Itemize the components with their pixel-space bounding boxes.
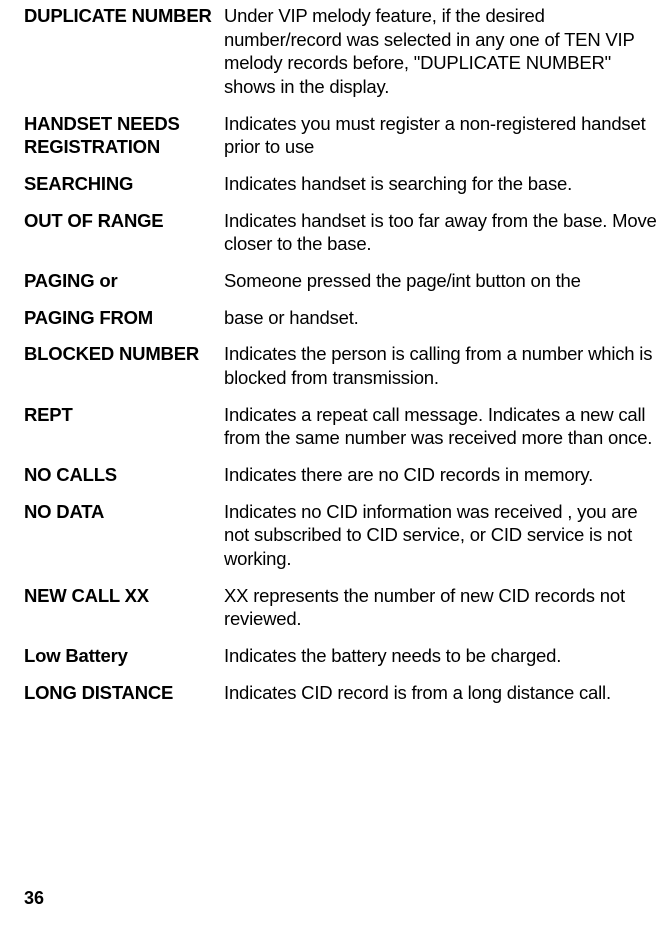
definition-row: NO DATA Indicates no CID information was… — [24, 500, 661, 571]
definition-term: DUPLICATE NUMBER — [24, 4, 224, 28]
definition-row: BLOCKED NUMBER Indicates the person is c… — [24, 342, 661, 389]
definition-row: SEARCHING Indicates handset is searching… — [24, 172, 661, 196]
page-number: 36 — [24, 888, 44, 909]
definition-row: NO CALLS Indicates there are no CID reco… — [24, 463, 661, 487]
definition-description: Indicates the battery needs to be charge… — [224, 644, 661, 668]
definition-term: LONG DISTANCE — [24, 681, 224, 705]
definition-term: PAGING FROM — [24, 306, 224, 330]
definition-term: REPT — [24, 403, 224, 427]
definition-description: Indicates CID record is from a long dist… — [224, 681, 661, 705]
definition-row: PAGING or Someone pressed the page/int b… — [24, 269, 661, 293]
definition-description: XX represents the number of new CID reco… — [224, 584, 661, 631]
definition-description: Indicates there are no CID records in me… — [224, 463, 661, 487]
definition-description: Indicates the person is calling from a n… — [224, 342, 661, 389]
definition-row: PAGING FROM base or handset. — [24, 306, 661, 330]
definition-list: DUPLICATE NUMBER Under VIP melody featur… — [24, 4, 661, 704]
definition-term: HANDSET NEEDS REGISTRATION — [24, 112, 224, 159]
definition-description: Indicates handset is too far away from t… — [224, 209, 661, 256]
definition-description: Indicates no CID information was receive… — [224, 500, 661, 571]
definition-row: LONG DISTANCE Indicates CID record is fr… — [24, 681, 661, 705]
definition-row: HANDSET NEEDS REGISTRATION Indicates you… — [24, 112, 661, 159]
definition-row: REPT Indicates a repeat call message. In… — [24, 403, 661, 450]
definition-term: OUT OF RANGE — [24, 209, 224, 233]
definition-term: BLOCKED NUMBER — [24, 342, 224, 366]
definition-row: OUT OF RANGE Indicates handset is too fa… — [24, 209, 661, 256]
definition-row: DUPLICATE NUMBER Under VIP melody featur… — [24, 4, 661, 99]
definition-term: NEW CALL XX — [24, 584, 224, 608]
definition-description: base or handset. — [224, 306, 661, 330]
definition-term: NO DATA — [24, 500, 224, 524]
definition-term: NO CALLS — [24, 463, 224, 487]
definition-row: Low Battery Indicates the battery needs … — [24, 644, 661, 668]
definition-term: Low Battery — [24, 644, 224, 668]
definition-term: PAGING or — [24, 269, 224, 293]
definition-description: Under VIP melody feature, if the desired… — [224, 4, 661, 99]
definition-term: SEARCHING — [24, 172, 224, 196]
definition-description: Indicates you must register a non-regist… — [224, 112, 661, 159]
document-page: DUPLICATE NUMBER Under VIP melody featur… — [0, 0, 669, 939]
definition-row: NEW CALL XX XX represents the number of … — [24, 584, 661, 631]
definition-description: Indicates handset is searching for the b… — [224, 172, 661, 196]
definition-description: Indicates a repeat call message. Indicat… — [224, 403, 661, 450]
definition-description: Someone pressed the page/int button on t… — [224, 269, 661, 293]
